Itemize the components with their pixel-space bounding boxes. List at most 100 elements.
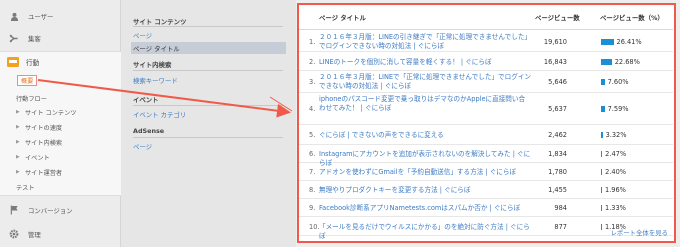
- nav-item-acquisition[interactable]: 集客: [0, 28, 121, 48]
- nav-item-overview[interactable]: 概要: [17, 75, 38, 86]
- column-header-percentage[interactable]: ページビュー数（%）: [600, 13, 664, 22]
- report-link-page[interactable]: ページ: [133, 31, 152, 40]
- column-header-views[interactable]: ページビュー数: [535, 13, 580, 22]
- pageviews-share-bar: [601, 205, 602, 211]
- view-full-report-link[interactable]: レポート全体を見る: [610, 228, 668, 237]
- table-row[interactable]: 5. ぐにらぼ | できないの声をできるに変える 2,462 3.32%: [299, 125, 673, 145]
- column-header-title[interactable]: ページ タイトル: [319, 13, 366, 22]
- pageviews-share-bar: [601, 169, 603, 175]
- page-title-table: ページ タイトル ページビュー数 ページビュー数（%） 1. ２０１６年３月版：L…: [297, 3, 676, 243]
- table-row[interactable]: 9. Facebook診断系アプリNametests.comはスパムか否か | ぐ…: [299, 199, 673, 217]
- nav-item-experiments[interactable]: テスト: [16, 181, 35, 194]
- nav-item-users[interactable]: ユーザー: [0, 6, 121, 26]
- row-number: 3.: [309, 78, 316, 86]
- row-number: 9.: [309, 204, 316, 212]
- row-number: 7.: [309, 168, 316, 176]
- table-row[interactable]: 6. Instagramにアカウントを追加が表示されないのを解決してみた | ぐに…: [299, 145, 673, 167]
- page-title-link[interactable]: ２０１６年３月版：LINEで「正常に処理できませんでした」でログインできない時の…: [319, 73, 531, 91]
- nav-item-conversions[interactable]: コンバージョン: [0, 200, 121, 220]
- page-title-link[interactable]: iphoneのパスコード変更で乗っ取りはデマなのかAppleに直接問い合わせてみ…: [319, 95, 531, 113]
- page-title-link[interactable]: 無理やりプロダクトキーを変更する方法 | ぐにらぼ: [319, 186, 531, 195]
- nav-item-site-search[interactable]: ▶ サイト内検索: [16, 136, 62, 149]
- row-number: 4.: [309, 105, 316, 113]
- pageviews-percentage: 26.41%: [616, 38, 642, 46]
- pageviews-share-bar: [601, 79, 605, 85]
- report-link-search-term[interactable]: 検索キーワード: [133, 76, 178, 85]
- nav-label-publisher: サイト運営者: [25, 170, 63, 177]
- pageviews-share-bar: [601, 106, 605, 112]
- table-row[interactable]: 4. iphoneのパスコード変更で乗っ取りはデマなのかAppleに直接問い合わせ…: [299, 93, 673, 125]
- pageviews-percentage: 1.33%: [605, 204, 626, 212]
- pageviews-percentage: 7.59%: [607, 105, 629, 113]
- pageviews-value: 16,843: [543, 58, 567, 66]
- nav-section-behavior: 行動 概要 行動フロー ▶ サイト コンテンツ ▶ サイトの速度 ▶ サイト内検…: [0, 51, 121, 196]
- nav-label-site-speed: サイトの速度: [25, 125, 63, 132]
- nav-item-events[interactable]: ▶ イベント: [16, 151, 50, 164]
- table-row[interactable]: 3. ２０１６年３月版：LINEで「正常に処理できませんでした」でログインできない…: [299, 71, 673, 93]
- pageviews-share-bar: [601, 151, 603, 157]
- nav-item-site-speed[interactable]: ▶ サイトの速度: [16, 121, 62, 134]
- table-row[interactable]: 7. アドオンを使わずにGmailを「予約自動送信」する方法 | ぐにらぼ 1,78…: [299, 163, 673, 181]
- nav-item-admin[interactable]: 管理: [0, 224, 121, 244]
- row-number: 5.: [309, 131, 316, 139]
- pageviews-percentage: 7.60%: [607, 78, 629, 86]
- nav-item-site-content[interactable]: ▶ サイト コンテンツ: [16, 106, 76, 119]
- pageviews-value: 984: [554, 204, 567, 212]
- report-link-adsense-page[interactable]: ページ: [133, 142, 152, 151]
- pageviews-share-bar: [601, 187, 602, 193]
- nav-label-experiments: テスト: [16, 185, 35, 192]
- pageviews-value: 2,462: [548, 131, 567, 139]
- section-heading-site-search: サイト内検索: [133, 61, 172, 69]
- nav-label-acquisition: 集客: [28, 34, 41, 43]
- report-list-panel: サイト コンテンツ ページ ページ タイトル サイト内検索 検索キーワード イベ…: [121, 0, 296, 247]
- pageviews-value: 877: [554, 223, 567, 231]
- expand-triangle-icon: ▶: [16, 170, 20, 175]
- nav-label-admin: 管理: [28, 230, 41, 239]
- flag-icon: [6, 205, 22, 215]
- page-title-link[interactable]: LINEのトークを個別に消して容量を軽くする！ | ぐにらぼ: [319, 58, 531, 67]
- nav-label-behavior: 行動: [26, 59, 40, 67]
- section-heading-site-content: サイト コンテンツ: [133, 18, 187, 26]
- acquisition-icon: [6, 34, 22, 43]
- pageviews-share-bar: [601, 224, 602, 230]
- table-header: ページ タイトル ページビュー数 ページビュー数（%）: [299, 5, 673, 30]
- row-number: 8.: [309, 186, 316, 194]
- pageviews-percentage: 3.32%: [605, 131, 627, 139]
- page-title-link[interactable]: Facebook診断系アプリNametests.comはスパムか否か | ぐにら…: [319, 204, 531, 213]
- expand-triangle-icon: ▶: [16, 140, 20, 145]
- nav-label-site-search: サイト内検索: [25, 140, 63, 147]
- row-number: 6.: [309, 150, 316, 158]
- nav-item-behavior[interactable]: 行動: [0, 55, 39, 69]
- expand-triangle-icon: ▶: [16, 125, 20, 130]
- row-number: 1.: [309, 38, 316, 46]
- row-number: 2.: [309, 58, 316, 66]
- person-icon: [6, 12, 22, 21]
- table-row[interactable]: 2. LINEのトークを個別に消して容量を軽くする！ | ぐにらぼ 16,843 22…: [299, 52, 673, 71]
- nav-label-conversions: コンバージョン: [28, 206, 73, 215]
- page-title-link[interactable]: ぐにらぼ | できないの声をできるに変える: [319, 131, 531, 140]
- pageviews-value: 5,637: [548, 105, 567, 113]
- section-heading-adsense: AdSense: [133, 127, 165, 135]
- pageviews-share-bar: [601, 59, 612, 65]
- page-title-link[interactable]: アドオンを使わずにGmailを「予約自動送信」する方法 | ぐにらぼ: [319, 168, 531, 177]
- expand-triangle-icon: ▶: [16, 110, 20, 115]
- left-navigation: ユーザー 集客 行動 概要 行動フロー ▶ サイト コンテンツ ▶ サイトの速度…: [0, 0, 121, 247]
- pageviews-percentage: 2.40%: [605, 168, 627, 176]
- table-row[interactable]: 8. 無理やりプロダクトキーを変更する方法 | ぐにらぼ 1,455 1.96%: [299, 181, 673, 199]
- nav-label-users: ユーザー: [28, 12, 54, 21]
- divider: [133, 105, 283, 106]
- report-link-page-title[interactable]: ページ タイトル: [131, 42, 286, 54]
- divider: [133, 137, 283, 138]
- nav-item-behavior-flow[interactable]: 行動フロー: [16, 92, 47, 105]
- nav-item-publisher[interactable]: ▶ サイト運営者: [16, 166, 62, 179]
- nav-label-overview: 概要: [21, 78, 34, 85]
- divider: [133, 26, 283, 27]
- pageviews-percentage: 1.96%: [605, 186, 626, 194]
- pageviews-value: 1,780: [548, 168, 567, 176]
- pageviews-value: 1,834: [548, 150, 567, 158]
- page-title-link[interactable]: ２０１６年３月版：LINEの引き継ぎで「正常に処理できませんでした」でログインで…: [319, 33, 531, 51]
- report-link-event-category[interactable]: イベント カテゴリ: [133, 110, 186, 119]
- pageviews-share-bar: [601, 39, 614, 45]
- page-title-link[interactable]: 「メールを見るだけでウイルスにかかる」のを絶対に防ぐ方法 | ぐにらぼ: [319, 223, 531, 241]
- table-row[interactable]: 1. ２０１６年３月版：LINEの引き継ぎで「正常に処理できませんでした」でログイ…: [299, 31, 673, 52]
